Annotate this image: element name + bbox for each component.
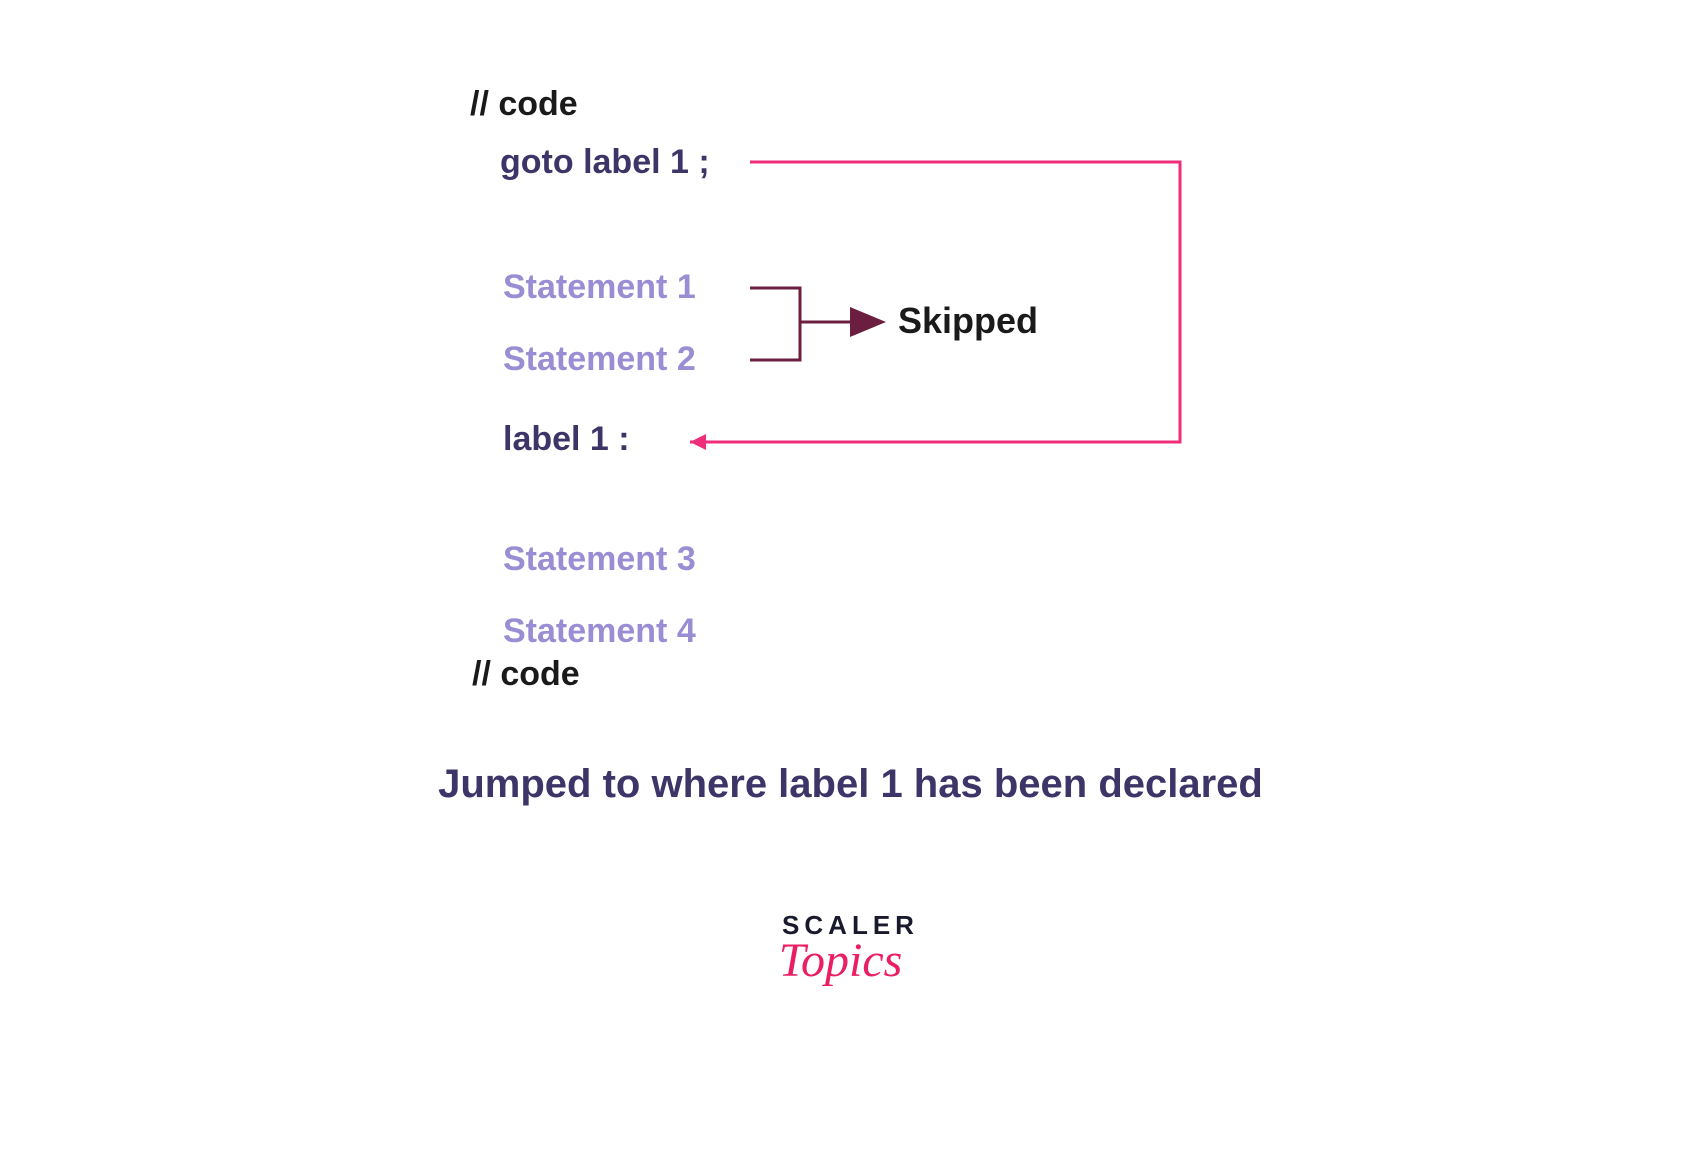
statement-3: Statement 3 (503, 540, 696, 579)
statement-2: Statement 2 (503, 340, 696, 379)
skipped-label: Skipped (898, 300, 1038, 342)
statement-1: Statement 1 (503, 268, 696, 307)
diagram-caption: Jumped to where label 1 has been declare… (0, 762, 1701, 807)
code-comment-top: // code (470, 85, 578, 124)
goto-arrowhead (690, 434, 706, 450)
goto-statement: goto label 1 ; (500, 143, 710, 182)
code-comment-bottom: // code (472, 655, 580, 694)
skipped-bracket (750, 288, 800, 360)
label-declaration: label 1 : (503, 420, 630, 459)
scaler-logo: SCALER Topics (782, 910, 919, 988)
goto-diagram: // code goto label 1 ; Statement 1 State… (0, 0, 1701, 1155)
statement-4: Statement 4 (503, 612, 696, 651)
logo-topics-text: Topics (762, 933, 919, 988)
